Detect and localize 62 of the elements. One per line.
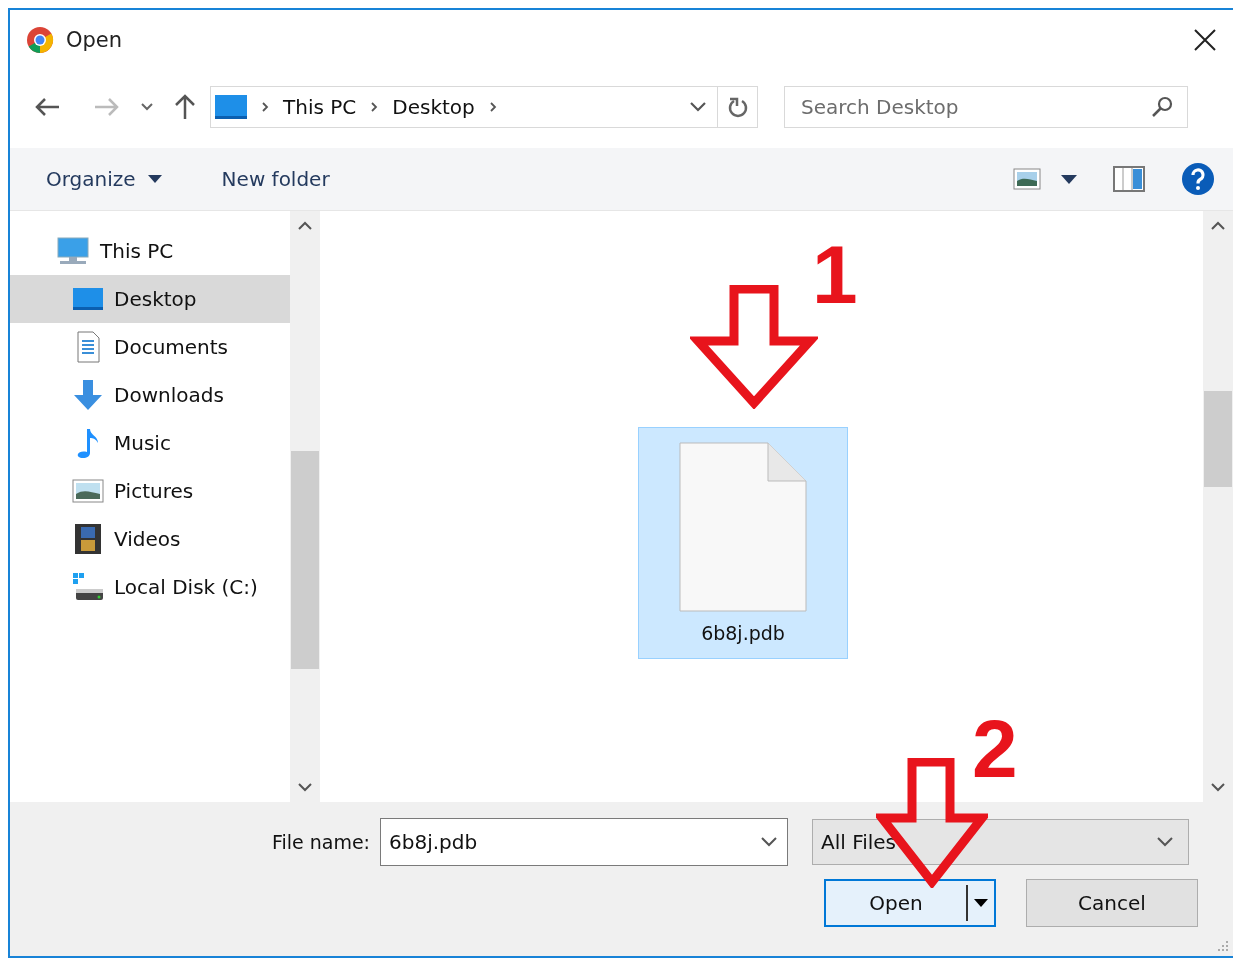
chevron-down-icon[interactable] <box>1210 782 1226 792</box>
chevron-down-icon[interactable] <box>760 836 778 848</box>
preview-pane-icon[interactable] <box>1113 166 1145 192</box>
sidebar-item[interactable]: Documents <box>10 323 290 371</box>
open-button[interactable]: Open <box>824 879 996 927</box>
cancel-button[interactable]: Cancel <box>1026 879 1198 927</box>
close-icon[interactable] <box>1193 28 1217 52</box>
breadcrumb-item[interactable]: This PC <box>283 95 357 119</box>
file-name-label: File name: <box>270 831 371 853</box>
address-bar[interactable]: This PC Desktop <box>210 86 718 128</box>
scrollbar-thumb[interactable] <box>291 451 319 669</box>
browser-logo-icon <box>26 26 54 54</box>
back-arrow-icon[interactable] <box>34 97 60 117</box>
caret-icon <box>974 899 988 907</box>
sidebar-item[interactable]: Videos <box>10 515 290 563</box>
toolbar-button[interactable]: New folder <box>221 163 330 195</box>
search-icon <box>1150 95 1174 119</box>
scrollbar-thumb[interactable] <box>1204 391 1232 487</box>
sidebar-item[interactable]: Local Disk (C:) <box>10 563 290 611</box>
computer-icon <box>56 236 90 266</box>
chevron-up-icon[interactable] <box>297 221 313 231</box>
desktop-icon <box>215 95 247 119</box>
sidebar-item[interactable]: Pictures <box>10 467 290 515</box>
scrollbar[interactable] <box>1203 211 1233 802</box>
caret-icon[interactable] <box>1061 174 1077 184</box>
file-item[interactable]: 6b8j.pdb <box>638 427 848 659</box>
sidebar-item[interactable]: Desktop <box>10 275 290 323</box>
resize-grip-icon[interactable] <box>1217 940 1229 952</box>
chevron-right-icon[interactable] <box>261 101 269 113</box>
refresh-icon <box>726 95 749 119</box>
desktop-icon <box>72 286 104 312</box>
download-arrow-icon <box>72 379 104 411</box>
chevron-right-icon[interactable] <box>488 101 497 113</box>
window-title: Open <box>66 28 123 52</box>
sidebar-item[interactable]: Music <box>10 419 290 467</box>
chevron-down-icon[interactable] <box>140 102 154 112</box>
chevron-down-icon <box>1156 836 1174 848</box>
refresh-button[interactable] <box>718 86 758 128</box>
annotation-number: 1 <box>812 234 858 316</box>
help-icon[interactable] <box>1181 162 1215 196</box>
sidebar-item[interactable]: This PC <box>10 227 290 275</box>
music-note-icon <box>75 427 101 459</box>
document-icon <box>75 331 101 363</box>
organize-menu-button[interactable]: Organize <box>46 163 162 195</box>
chevron-up-icon[interactable] <box>1210 221 1226 231</box>
sidebar-item[interactable]: Downloads <box>10 371 290 419</box>
file-name-field[interactable]: 6b8j.pdb <box>380 818 788 866</box>
file-type-dropdown[interactable]: All Files <box>812 819 1189 865</box>
view-picture-icon[interactable] <box>1013 168 1041 190</box>
caret-icon <box>147 175 162 183</box>
chevron-down-icon[interactable] <box>297 782 313 792</box>
chevron-right-icon[interactable] <box>370 101 379 113</box>
scrollbar[interactable] <box>290 211 320 802</box>
file-icon <box>679 442 807 612</box>
up-arrow-icon[interactable] <box>174 94 196 120</box>
search-field[interactable]: Search Desktop <box>784 86 1188 128</box>
picture-icon <box>72 478 104 504</box>
chevron-down-icon[interactable] <box>689 101 707 113</box>
annotation-number: 2 <box>972 708 1018 790</box>
hard-drive-icon <box>72 572 104 602</box>
film-icon <box>74 523 102 555</box>
breadcrumb-item[interactable]: Desktop <box>392 95 475 119</box>
